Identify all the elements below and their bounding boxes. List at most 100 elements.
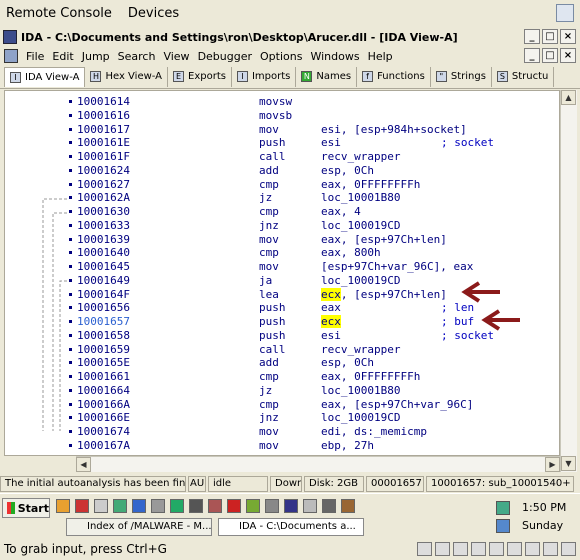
disasm-operands: loc_100019CD — [321, 273, 401, 287]
status-location: 10001657: sub_10001540+ — [426, 476, 574, 492]
app-icon[interactable] — [246, 499, 260, 513]
network-adapter-icon[interactable] — [489, 542, 504, 556]
ida-logo-icon — [3, 30, 17, 44]
app-icon[interactable] — [170, 499, 184, 513]
drive-icon[interactable] — [417, 542, 432, 556]
usb-icon[interactable] — [471, 542, 486, 556]
app-icon[interactable] — [75, 499, 89, 513]
menu-edit[interactable]: Edit — [52, 50, 73, 63]
disasm-line[interactable]: 10001674 mov edi, ds:_memicmp — [5, 425, 545, 439]
app-icon[interactable] — [227, 499, 241, 513]
disasm-line[interactable]: 10001630 cmp eax, 4 — [5, 205, 545, 219]
vertical-scrollbar[interactable]: ▲ ▼ — [560, 90, 577, 472]
tab-hex-view-a[interactable]: H Hex View-A — [85, 66, 169, 87]
app-icon[interactable] — [265, 499, 279, 513]
display-icon[interactable] — [496, 519, 510, 533]
tab-ida-view-a[interactable]: I IDA View-A — [4, 66, 86, 87]
disasm-line[interactable]: 1000164F lea ecx, [esp+97Ch+len] — [5, 287, 545, 302]
disasm-line[interactable]: 10001661 cmp eax, 0FFFFFFFFh — [5, 370, 545, 384]
disasm-line[interactable]: 1000161E push esi ; socket — [5, 136, 545, 150]
maximize-button[interactable]: □ — [542, 29, 558, 44]
menu-windows[interactable]: Windows — [310, 50, 359, 63]
disasm-line[interactable]: 1000165E add esp, 0Ch — [5, 356, 545, 370]
minimize-button[interactable]: _ — [524, 29, 540, 44]
scroll-up-icon[interactable]: ▲ — [561, 90, 576, 105]
disasm-line[interactable]: 10001614 movsw — [5, 95, 545, 109]
disasm-mnemonic: add — [259, 356, 279, 370]
network-adapter-icon[interactable] — [507, 542, 522, 556]
menu-search[interactable]: Search — [118, 50, 156, 63]
disasm-line[interactable]: 10001645 mov [esp+97Ch+var_96C], eax — [5, 260, 545, 274]
7zip-icon[interactable] — [94, 499, 108, 513]
app-icon[interactable] — [208, 499, 222, 513]
tab-strings[interactable]: " Strings — [431, 66, 492, 87]
app-icon[interactable] — [113, 499, 127, 513]
scroll-left-icon[interactable]: ◀ — [76, 457, 91, 472]
network-icon[interactable] — [496, 501, 510, 515]
taskbar-item-browser[interactable]: Index of /MALWARE - M... — [66, 518, 212, 536]
disasm-line[interactable]: 10001640 cmp eax, 800h — [5, 246, 545, 260]
close-button[interactable]: × — [560, 29, 576, 44]
menu-jump[interactable]: Jump — [82, 50, 110, 63]
display-icon[interactable] — [561, 542, 576, 556]
disasm-line[interactable]: 1000166A cmp eax, [esp+97Ch+var_96C] — [5, 398, 545, 412]
disasm-line[interactable]: 10001657 push ecx ; buf — [5, 315, 545, 329]
floppy-icon[interactable] — [453, 542, 468, 556]
disasm-address: 10001674 — [77, 425, 130, 438]
disasm-mnemonic: push — [259, 315, 286, 328]
disassembly-view[interactable]: 10001614 movsw 10001616 movsb 10001617 mov esi… — [4, 90, 560, 456]
windows-flag-icon — [7, 502, 15, 514]
firefox-icon[interactable] — [56, 499, 70, 513]
start-button[interactable]: Start — [2, 498, 50, 518]
sound-icon[interactable] — [525, 542, 540, 556]
disasm-line[interactable]: 10001659 call recv_wrapper — [5, 343, 545, 357]
disasm-line[interactable]: 1000167A mov ebp, 27h — [5, 439, 545, 453]
menu-remote-console[interactable]: Remote Console — [6, 6, 112, 21]
doc-minimize-button[interactable]: _ — [524, 48, 540, 63]
app-icon[interactable] — [284, 499, 298, 513]
app-icon[interactable] — [132, 499, 146, 513]
tab-functions[interactable]: f Functions — [357, 66, 431, 87]
menu-help[interactable]: Help — [368, 50, 393, 63]
scroll-right-icon[interactable]: ▶ — [545, 457, 560, 472]
doc-maximize-button[interactable]: □ — [542, 48, 558, 63]
cd-icon[interactable] — [435, 542, 450, 556]
doc-close-button[interactable]: × — [560, 48, 576, 63]
disasm-line[interactable]: 10001658 push esi ; socket — [5, 329, 545, 343]
disasm-line[interactable]: 10001617 mov esi, [esp+984h+socket] — [5, 123, 545, 137]
monitor-icon[interactable] — [556, 4, 574, 22]
disasm-line[interactable]: 10001633 jnz loc_100019CD — [5, 219, 545, 233]
tab-imports[interactable]: I Imports — [232, 66, 297, 87]
horizontal-scrollbar[interactable]: ◀ ▶ — [76, 456, 560, 472]
menu-file[interactable]: File — [26, 50, 44, 63]
tab-label: IDA View-A — [25, 71, 80, 83]
app-icon[interactable] — [303, 499, 317, 513]
disasm-line[interactable]: 1000162A jz loc_10001B80 — [5, 191, 545, 205]
disasm-line[interactable]: 1000166E jnz loc_100019CD — [5, 411, 545, 425]
taskbar-item-ida[interactable]: IDA - C:\Documents a... — [218, 518, 364, 536]
scroll-down-icon[interactable]: ▼ — [561, 456, 576, 471]
tab-exports[interactable]: E Exports — [168, 66, 232, 87]
disasm-line[interactable]: 10001639 mov eax, [esp+97Ch+len] — [5, 233, 545, 247]
app-icon[interactable] — [189, 499, 203, 513]
app-icon[interactable] — [151, 499, 165, 513]
disasm-line[interactable]: 1000161F call recv_wrapper — [5, 150, 545, 164]
disasm-comment: ; socket — [441, 328, 494, 342]
app-icon[interactable] — [322, 499, 336, 513]
disasm-line[interactable]: 10001664 jz loc_10001B80 — [5, 384, 545, 398]
exports-icon: E — [173, 71, 185, 82]
menu-devices[interactable]: Devices — [128, 6, 179, 21]
disasm-mnemonic: cmp — [259, 205, 279, 218]
disasm-line[interactable]: 10001624 add esp, 0Ch — [5, 164, 545, 178]
menu-view[interactable]: View — [163, 50, 189, 63]
menu-debugger[interactable]: Debugger — [198, 50, 252, 63]
tab-names[interactable]: N Names — [296, 66, 358, 87]
shared-folder-icon[interactable] — [543, 542, 558, 556]
disasm-line[interactable]: 10001656 push eax ; len — [5, 301, 545, 315]
disasm-line[interactable]: 10001616 movsb — [5, 109, 545, 123]
disasm-line[interactable]: 10001649 ja loc_100019CD — [5, 274, 545, 288]
menu-options[interactable]: Options — [260, 50, 302, 63]
disasm-line[interactable]: 10001627 cmp eax, 0FFFFFFFFh — [5, 178, 545, 192]
tab-structures[interactable]: S Structu — [492, 66, 555, 87]
app-icon[interactable] — [341, 499, 355, 513]
